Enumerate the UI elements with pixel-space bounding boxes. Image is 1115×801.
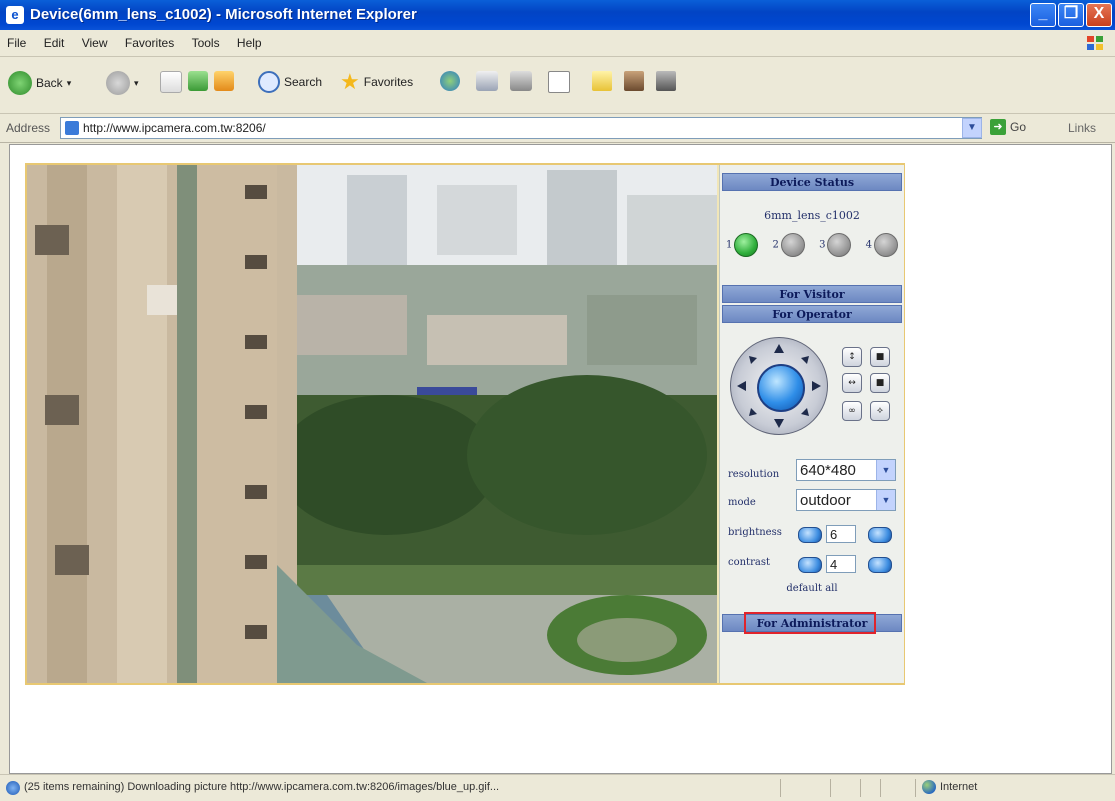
- windows-flag-icon: [1087, 36, 1103, 50]
- horizontal-patrol-icon[interactable]: ↔: [842, 373, 862, 393]
- status-bar: (25 items remaining) Downloading picture…: [0, 774, 1115, 801]
- led-off-icon: [873, 233, 898, 257]
- page-content: Device Status 6mm_lens_c1002 1 2 3 4 For…: [9, 144, 1112, 774]
- default-all-link[interactable]: default all: [720, 583, 904, 594]
- stop-vertical-icon[interactable]: ■: [870, 347, 890, 367]
- ie-logo-icon: e: [6, 6, 24, 24]
- print-icon[interactable]: [510, 71, 532, 91]
- led-off-icon: [827, 233, 852, 257]
- security-zone-label: Internet: [940, 781, 978, 793]
- device-status-header[interactable]: Device Status: [722, 173, 902, 191]
- search-icon: [258, 71, 280, 93]
- menu-bar: File Edit View Favorites Tools Help: [0, 30, 1115, 57]
- home-icon[interactable]: [214, 71, 234, 91]
- minimize-button[interactable]: _: [1030, 3, 1056, 27]
- refresh-icon[interactable]: [188, 71, 208, 91]
- loading-page-icon: [6, 781, 20, 795]
- camera-frame: Device Status 6mm_lens_c1002 1 2 3 4 For…: [25, 163, 905, 685]
- address-url: http://www.ipcamera.com.tw:8206/: [83, 121, 266, 135]
- status-text: (25 items remaining) Downloading picture…: [24, 781, 500, 793]
- status-divider: [780, 779, 781, 797]
- internet-zone-icon: [922, 780, 936, 794]
- edit-icon[interactable]: [548, 71, 570, 93]
- status-divider: [915, 779, 916, 797]
- io-on-icon[interactable]: ∞: [842, 401, 862, 421]
- favorites-button[interactable]: ★ Favorites: [340, 71, 413, 93]
- status-divider: [830, 779, 831, 797]
- research-icon[interactable]: [624, 71, 644, 91]
- menu-favorites[interactable]: Favorites: [118, 30, 181, 56]
- menu-help[interactable]: Help: [230, 30, 269, 56]
- links-button[interactable]: Links: [1068, 121, 1096, 135]
- for-operator-header[interactable]: For Operator: [722, 305, 902, 323]
- close-button[interactable]: X: [1086, 3, 1112, 27]
- device-name: 6mm_lens_c1002: [764, 209, 860, 222]
- channel-indicators: 1 2 3 4: [726, 233, 898, 257]
- mail-icon[interactable]: [476, 71, 498, 91]
- chevron-down-icon: ▼: [876, 460, 895, 480]
- vertical-patrol-icon[interactable]: ↕: [842, 347, 862, 367]
- title-bar: e Device(6mm_lens_c1002) - Microsoft Int…: [0, 0, 1115, 30]
- stop-horizontal-icon[interactable]: ■: [870, 373, 890, 393]
- camera-video-feed: [27, 165, 717, 683]
- media-icon[interactable]: [440, 71, 460, 91]
- mode-label: mode: [728, 497, 756, 508]
- channel-3[interactable]: 3: [819, 233, 852, 257]
- led-off-icon: [780, 233, 805, 257]
- contrast-increase-button[interactable]: [868, 557, 892, 573]
- brightness-value: 6: [826, 525, 856, 543]
- brightness-label: brightness: [728, 527, 782, 538]
- contrast-label: contrast: [728, 557, 770, 568]
- forward-arrow-icon: [106, 71, 130, 95]
- standard-toolbar: Back ▾ ▾ Search ★ Favorites: [0, 57, 1115, 114]
- address-bar: Address http://www.ipcamera.com.tw:8206/…: [0, 114, 1115, 143]
- go-arrow-icon: ➜: [990, 119, 1006, 135]
- address-dropdown-icon[interactable]: ▼: [962, 118, 982, 138]
- contrast-value: 4: [826, 555, 856, 573]
- status-divider: [860, 779, 861, 797]
- menu-edit[interactable]: Edit: [37, 30, 72, 56]
- menu-tools[interactable]: Tools: [185, 30, 227, 56]
- stop-icon[interactable]: [160, 71, 182, 93]
- back-arrow-icon: [8, 71, 32, 95]
- highlight-box: [744, 612, 876, 634]
- control-panel: Device Status 6mm_lens_c1002 1 2 3 4 For…: [719, 165, 904, 683]
- maximize-button[interactable]: ❐: [1058, 3, 1084, 27]
- chevron-down-icon: ▼: [876, 490, 895, 510]
- resolution-select[interactable]: 640*480 ▼: [796, 459, 896, 481]
- address-label: Address: [6, 121, 51, 135]
- go-button[interactable]: ➜ Go: [990, 119, 1026, 135]
- address-input[interactable]: http://www.ipcamera.com.tw:8206/: [60, 117, 982, 139]
- io-off-icon[interactable]: ⟡: [870, 401, 890, 421]
- messenger-icon[interactable]: [656, 71, 676, 91]
- channel-2[interactable]: 2: [773, 233, 805, 257]
- brightness-decrease-button[interactable]: [798, 527, 822, 543]
- channel-1[interactable]: 1: [726, 233, 759, 257]
- menu-file[interactable]: File: [0, 30, 33, 56]
- back-button[interactable]: Back ▾: [8, 71, 71, 95]
- forward-button[interactable]: ▾: [106, 71, 139, 95]
- search-button[interactable]: Search: [258, 71, 322, 93]
- brightness-increase-button[interactable]: [868, 527, 892, 543]
- status-divider: [880, 779, 881, 797]
- camera-image: [27, 165, 717, 683]
- star-icon: ★: [340, 69, 360, 94]
- channel-4[interactable]: 4: [866, 233, 898, 257]
- resolution-label: resolution: [728, 469, 780, 480]
- window-title: Device(6mm_lens_c1002) - Microsoft Inter…: [30, 6, 417, 23]
- mode-select[interactable]: outdoor ▼: [796, 489, 896, 511]
- ptz-control[interactable]: [730, 337, 828, 435]
- menu-view[interactable]: View: [75, 30, 115, 56]
- contrast-decrease-button[interactable]: [798, 557, 822, 573]
- ptz-center-button[interactable]: [757, 364, 805, 412]
- led-on-icon: [734, 233, 759, 257]
- page-icon: [65, 121, 79, 135]
- for-visitor-header[interactable]: For Visitor: [722, 285, 902, 303]
- folder-icon[interactable]: [592, 71, 612, 91]
